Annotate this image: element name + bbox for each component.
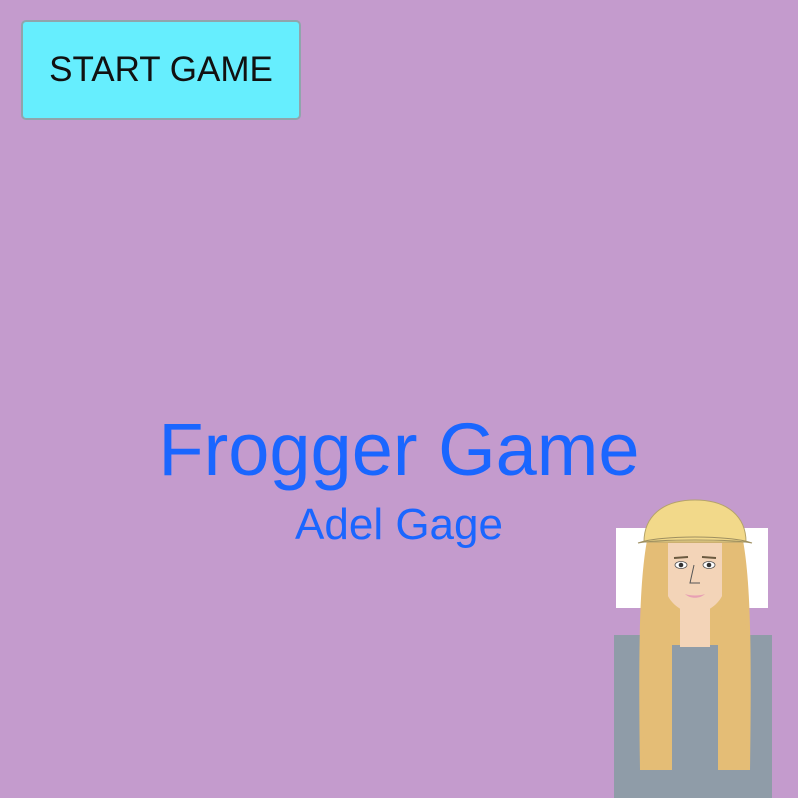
player-character: [614, 499, 772, 798]
start-game-button[interactable]: START GAME: [21, 20, 301, 120]
character-cap: [643, 499, 747, 543]
left-eyebrow: [673, 556, 689, 559]
character-hair-right: [718, 539, 747, 770]
right-pupil: [706, 562, 712, 568]
character-face: [664, 543, 726, 613]
left-pupil: [678, 562, 684, 568]
game-title: Frogger Game: [158, 408, 640, 491]
right-eyebrow: [701, 556, 717, 559]
character-hair-left: [643, 539, 672, 770]
game-screen: START GAME Frogger Game Adel Gage: [0, 0, 798, 798]
